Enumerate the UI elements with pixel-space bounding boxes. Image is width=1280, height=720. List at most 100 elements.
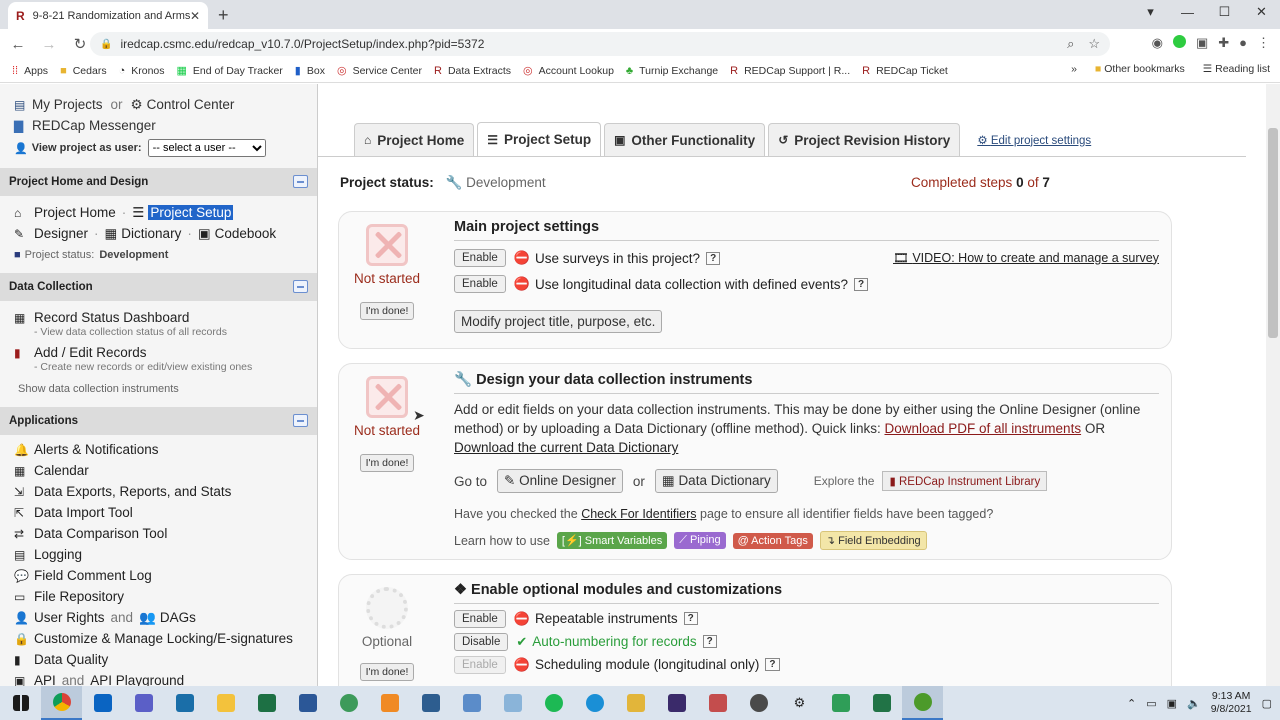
bookmark-star-icon[interactable]: ☆: [1088, 36, 1100, 52]
sidebar-item-field-comment-log[interactable]: 💬 Field Comment Log: [14, 565, 317, 586]
download-dictionary-link[interactable]: Download the current Data Dictionary: [454, 440, 678, 455]
enable-repeatable-button[interactable]: Enable: [454, 609, 506, 628]
app-ball-taskbar-icon[interactable]: [738, 686, 779, 720]
profile-dropdown-icon[interactable]: ▾: [1132, 4, 1169, 20]
tray-app-icon[interactable]: ▭: [1146, 697, 1156, 710]
back-icon[interactable]: ←: [5, 36, 31, 53]
bookmark-data-extracts[interactable]: R Data Extracts: [434, 65, 511, 77]
terminal-taskbar-icon[interactable]: [615, 686, 656, 720]
control-center-link[interactable]: Control Center: [147, 97, 235, 112]
help-button[interactable]: ?: [765, 658, 780, 671]
forward-icon[interactable]: →: [36, 36, 62, 53]
sidebar-item-calendar[interactable]: ▦ Calendar: [14, 460, 317, 481]
sidebar-item-locking[interactable]: 🔒 Customize & Manage Locking/E-signatures: [14, 628, 317, 649]
modify-project-button[interactable]: Modify project title, purpose, etc.: [454, 310, 663, 333]
help-button[interactable]: ?: [853, 277, 869, 291]
enable-longitudinal-button[interactable]: Enable: [454, 275, 506, 293]
bookmark-cedars[interactable]: ■ Cedars: [60, 65, 107, 77]
add-edit-records-link[interactable]: ▮ Add / Edit Records: [14, 342, 317, 363]
excel-taskbar-icon[interactable]: [246, 686, 287, 720]
xbox-taskbar-icon[interactable]: [902, 686, 943, 720]
network-icon[interactable]: ▣: [1167, 697, 1177, 710]
minimize-icon[interactable]: —: [1169, 5, 1206, 20]
instrument-library-button[interactable]: ▮ REDCap Instrument Library: [882, 471, 1048, 491]
sheets-taskbar-icon[interactable]: [820, 686, 861, 720]
tray-chevron-icon[interactable]: ⌃: [1127, 697, 1136, 710]
bookmark-end-of-day[interactable]: ▦ End of Day Tracker: [177, 64, 283, 78]
url-bar[interactable]: 🔒 iredcap.csmc.edu/redcap_v10.7.0/Projec…: [90, 32, 1110, 56]
sidebar-item-codebook[interactable]: Codebook: [215, 226, 277, 241]
app-purple-taskbar-icon[interactable]: [656, 686, 697, 720]
collapse-icon[interactable]: [293, 175, 308, 188]
enable-scheduling-button[interactable]: Enable: [454, 655, 506, 674]
sidebar-item-api-playground[interactable]: API Playground: [90, 673, 184, 686]
help-button[interactable]: ?: [702, 635, 717, 648]
sidebar-item-file-repository[interactable]: ▭ File Repository: [14, 586, 317, 607]
sidebar-item-alerts[interactable]: 🔔 Alerts & Notifications: [14, 439, 317, 460]
sidebar-item-logging[interactable]: ▤ Logging: [14, 544, 317, 565]
windows-start-icon[interactable]: [0, 686, 41, 720]
chrome-taskbar-icon[interactable]: [41, 686, 82, 720]
bookmark-kronos[interactable]: ◔ Kronos: [119, 65, 165, 77]
bookmark-service-center[interactable]: ◎ Service Center: [337, 64, 422, 78]
disable-autonumbering-button[interactable]: Disable: [454, 632, 509, 651]
help-button[interactable]: ?: [706, 251, 721, 265]
sidebar-item-api[interactable]: API: [34, 673, 56, 686]
new-tab-icon[interactable]: +: [218, 5, 229, 26]
edit-project-settings-link[interactable]: ⚙ Edit project settings: [977, 133, 1091, 147]
teams-taskbar-icon[interactable]: [123, 686, 164, 720]
bookmark-account-lookup[interactable]: ◎ Account Lookup: [523, 64, 614, 78]
video-link[interactable]: 🎞 VIDEO: How to create and manage a surv…: [893, 251, 1159, 266]
volume-icon[interactable]: 🔈: [1187, 697, 1201, 710]
im-done-button[interactable]: I'm done!: [359, 454, 415, 472]
bookmark-box[interactable]: ▮ Box: [295, 64, 325, 78]
bookmark-redcap-support[interactable]: R REDCap Support | R...: [730, 65, 850, 77]
sidebar-item-dictionary[interactable]: Dictionary: [121, 226, 181, 241]
tab-project-home[interactable]: ⌂ Project Home: [354, 123, 475, 156]
sidebar-item-project-home[interactable]: Project Home: [34, 205, 116, 220]
my-projects-link[interactable]: My Projects: [32, 97, 103, 112]
notifications-icon[interactable]: ▢: [1262, 697, 1272, 710]
sidebar-item-designer[interactable]: Designer: [34, 226, 88, 241]
bookmark-turnip-exchange[interactable]: ♣ Turnip Exchange: [626, 65, 718, 77]
field-embedding-button[interactable]: ↴ Field Embedding: [819, 531, 927, 550]
sidebar-item-dags[interactable]: DAGs: [160, 610, 196, 625]
sidebar-item-project-setup[interactable]: Project Setup: [148, 205, 234, 220]
page-scrollbar[interactable]: [1266, 84, 1280, 686]
avatar[interactable]: ●: [1239, 35, 1247, 51]
data-dictionary-button[interactable]: ▦ Data Dictionary: [654, 469, 778, 493]
sublime-taskbar-icon[interactable]: [369, 686, 410, 720]
sidebar-item-data-exports[interactable]: ⇲ Data Exports, Reports, and Stats: [14, 481, 317, 502]
media-taskbar-icon[interactable]: [164, 686, 205, 720]
outlook-taskbar-icon[interactable]: [82, 686, 123, 720]
help-button[interactable]: ?: [683, 612, 698, 625]
sidebar-item-data-comparison[interactable]: ⇄ Data Comparison Tool: [14, 523, 317, 544]
im-done-button[interactable]: I'm done!: [359, 663, 415, 681]
collapse-icon[interactable]: [293, 280, 308, 293]
close-window-icon[interactable]: ✕: [1243, 4, 1280, 20]
grid-taskbar-icon[interactable]: [492, 686, 533, 720]
other-bookmarks[interactable]: ■ Other bookmarks: [1095, 63, 1185, 75]
excel2-taskbar-icon[interactable]: [861, 686, 902, 720]
tab-revision-history[interactable]: ↺ Project Revision History: [768, 123, 961, 156]
app-red-taskbar-icon[interactable]: [697, 686, 738, 720]
kebab-menu-icon[interactable]: ⋮: [1257, 35, 1270, 51]
spotify-taskbar-icon[interactable]: [533, 686, 574, 720]
browser-tab[interactable]: R 9-8-21 Randomization and Arms ✕: [8, 2, 208, 29]
extension-square-icon[interactable]: ▣: [1196, 35, 1208, 51]
tool-taskbar-icon[interactable]: [451, 686, 492, 720]
enable-surveys-button[interactable]: Enable: [454, 249, 506, 267]
file-explorer-taskbar-icon[interactable]: [205, 686, 246, 720]
word-taskbar-icon[interactable]: [287, 686, 328, 720]
bookmark-redcap-ticket[interactable]: R REDCap Ticket: [862, 65, 948, 77]
check-identifiers-link[interactable]: Check For Identifiers: [581, 507, 696, 521]
bookmarks-more-button[interactable]: »: [1071, 63, 1077, 75]
tab-other-functionality[interactable]: ▣ Other Functionality: [604, 123, 766, 156]
extension-green-icon[interactable]: [1172, 35, 1186, 48]
puzzle-icon[interactable]: ✚: [1218, 35, 1229, 51]
record-status-link[interactable]: ▦ Record Status Dashboard: [14, 307, 317, 328]
messenger-link[interactable]: REDCap Messenger: [32, 118, 156, 133]
sidebar-item-user-rights[interactable]: User Rights: [34, 610, 105, 625]
im-done-button[interactable]: I'm done!: [359, 302, 415, 320]
settings-taskbar-icon[interactable]: ⚙: [779, 686, 820, 720]
